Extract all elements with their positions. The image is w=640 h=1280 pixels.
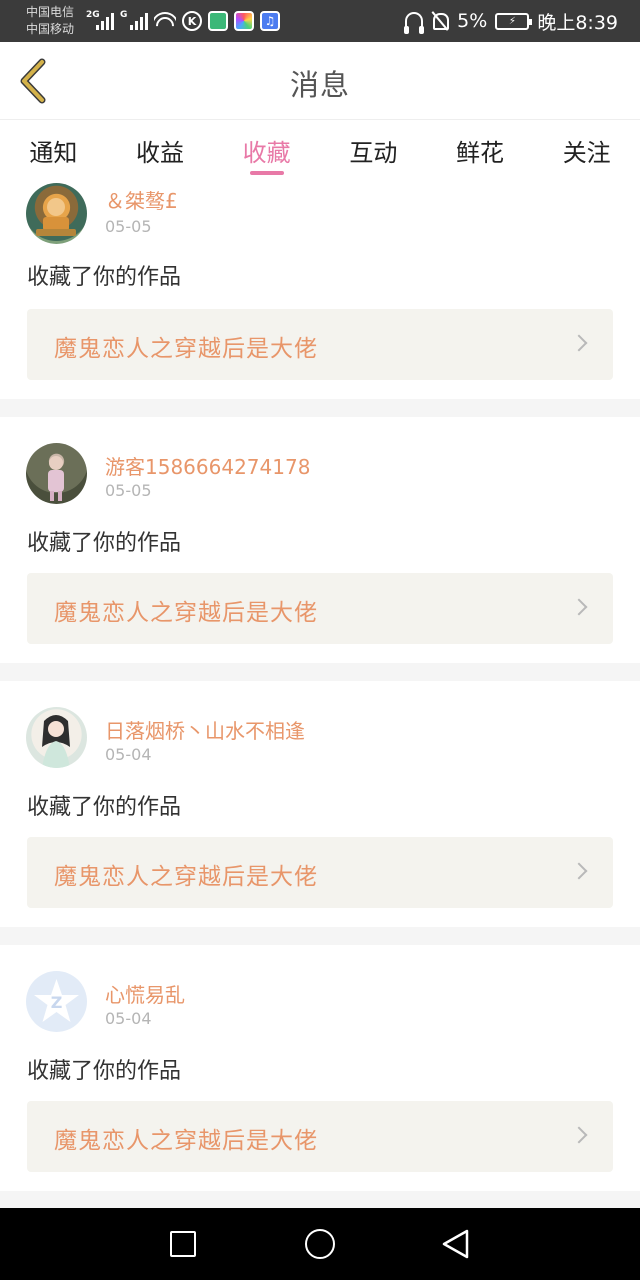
photo-avatar-icon xyxy=(48,456,64,501)
qq-default-avatar-icon: Z xyxy=(34,979,79,1022)
username[interactable]: 日落烟桥丶山水不相逢 xyxy=(105,715,305,744)
username[interactable]: 心慌易乱 xyxy=(105,979,185,1008)
avatar[interactable]: Z xyxy=(26,971,87,1032)
list-item: Z 心慌易乱 05-04 收藏了你的作品 魔鬼恋人之穿越后是大佬 xyxy=(0,945,640,1191)
tab-following[interactable]: 关注 xyxy=(533,121,640,179)
anime-girl-avatar-icon xyxy=(42,715,70,768)
work-title: 魔鬼恋人之穿越后是大佬 xyxy=(54,1128,318,1154)
game-avatar-icon xyxy=(36,198,76,236)
home-icon xyxy=(305,1229,335,1259)
avatar[interactable] xyxy=(26,443,87,504)
tab-favorites[interactable]: 收藏 xyxy=(213,121,320,179)
username[interactable]: ＆桀骜£ xyxy=(105,185,178,214)
system-nav-bar xyxy=(0,1208,640,1280)
battery-percent: 5% xyxy=(457,10,488,32)
work-link[interactable]: 魔鬼恋人之穿越后是大佬 xyxy=(27,309,613,380)
tab-flowers[interactable]: 鲜花 xyxy=(427,121,534,179)
work-title: 魔鬼恋人之穿越后是大佬 xyxy=(54,864,318,890)
message-list[interactable]: ＆桀骜£ 05-05 收藏了你的作品 魔鬼恋人之穿越后是大佬 游客1586664… xyxy=(0,179,640,1208)
list-item: 日落烟桥丶山水不相逢 05-04 收藏了你的作品 魔鬼恋人之穿越后是大佬 xyxy=(0,681,640,927)
status-bar: 中国电信 中国移动 2G G K ♫ 5% ⚡ 晚上8:39 xyxy=(0,0,640,42)
list-item: 游客1586664274178 05-05 收藏了你的作品 魔鬼恋人之穿越后是大… xyxy=(0,417,640,663)
home-button[interactable] xyxy=(280,1208,360,1280)
green-app-icon xyxy=(208,11,228,31)
date: 05-05 xyxy=(105,481,152,500)
recent-apps-button[interactable] xyxy=(143,1208,223,1280)
tab-bar: 通知 收益 收藏 互动 鲜花 关注 xyxy=(0,121,640,179)
action-text: 收藏了你的作品 xyxy=(27,531,182,556)
status-icons-left: 2G G K ♫ xyxy=(86,9,280,33)
avatar[interactable] xyxy=(26,183,87,244)
header: 消息 xyxy=(0,42,640,120)
signal-icon: G xyxy=(120,10,148,30)
username[interactable]: 游客1586664274178 xyxy=(105,451,310,480)
k-app-icon: K xyxy=(182,11,202,31)
photos-app-icon xyxy=(234,11,254,31)
date: 05-04 xyxy=(105,1009,152,1028)
clock: 晚上8:39 xyxy=(537,11,618,34)
chevron-right-icon xyxy=(570,334,588,352)
list-item: ＆桀骜£ 05-05 收藏了你的作品 魔鬼恋人之穿越后是大佬 xyxy=(0,179,640,399)
work-link[interactable]: 魔鬼恋人之穿越后是大佬 xyxy=(27,837,613,908)
wifi-icon xyxy=(154,12,176,30)
tab-notifications[interactable]: 通知 xyxy=(0,121,107,179)
chevron-right-icon xyxy=(570,598,588,616)
work-title: 魔鬼恋人之穿越后是大佬 xyxy=(54,600,318,626)
back-triangle-icon xyxy=(442,1229,469,1259)
headset-icon xyxy=(404,12,425,34)
music-app-icon: ♫ xyxy=(260,11,280,31)
back-nav-button[interactable] xyxy=(416,1208,496,1280)
tab-interactions[interactable]: 互动 xyxy=(320,121,427,179)
work-link[interactable]: 魔鬼恋人之穿越后是大佬 xyxy=(27,573,613,644)
chevron-right-icon xyxy=(570,862,588,880)
work-link[interactable]: 魔鬼恋人之穿越后是大佬 xyxy=(27,1101,613,1172)
date: 05-04 xyxy=(105,745,152,764)
carrier-1: 中国电信 xyxy=(26,5,75,19)
signal-icon: 2G xyxy=(86,10,114,30)
chevron-right-icon xyxy=(570,1126,588,1144)
action-text: 收藏了你的作品 xyxy=(27,795,182,820)
svg-text:Z: Z xyxy=(51,993,63,1012)
battery-icon: ⚡ xyxy=(495,12,533,30)
status-icons-right: 5% ⚡ 晚上8:39 xyxy=(404,8,618,34)
date: 05-05 xyxy=(105,217,152,236)
action-text: 收藏了你的作品 xyxy=(27,265,182,290)
recent-apps-icon xyxy=(170,1231,196,1257)
avatar[interactable] xyxy=(26,707,87,768)
carrier-2: 中国移动 xyxy=(26,22,75,36)
action-text: 收藏了你的作品 xyxy=(27,1059,182,1084)
bell-off-icon xyxy=(431,11,450,31)
page-title: 消息 xyxy=(289,68,350,102)
tab-earnings[interactable]: 收益 xyxy=(107,121,214,179)
work-title: 魔鬼恋人之穿越后是大佬 xyxy=(54,336,318,362)
carrier-info: 中国电信 中国移动 xyxy=(26,4,74,38)
